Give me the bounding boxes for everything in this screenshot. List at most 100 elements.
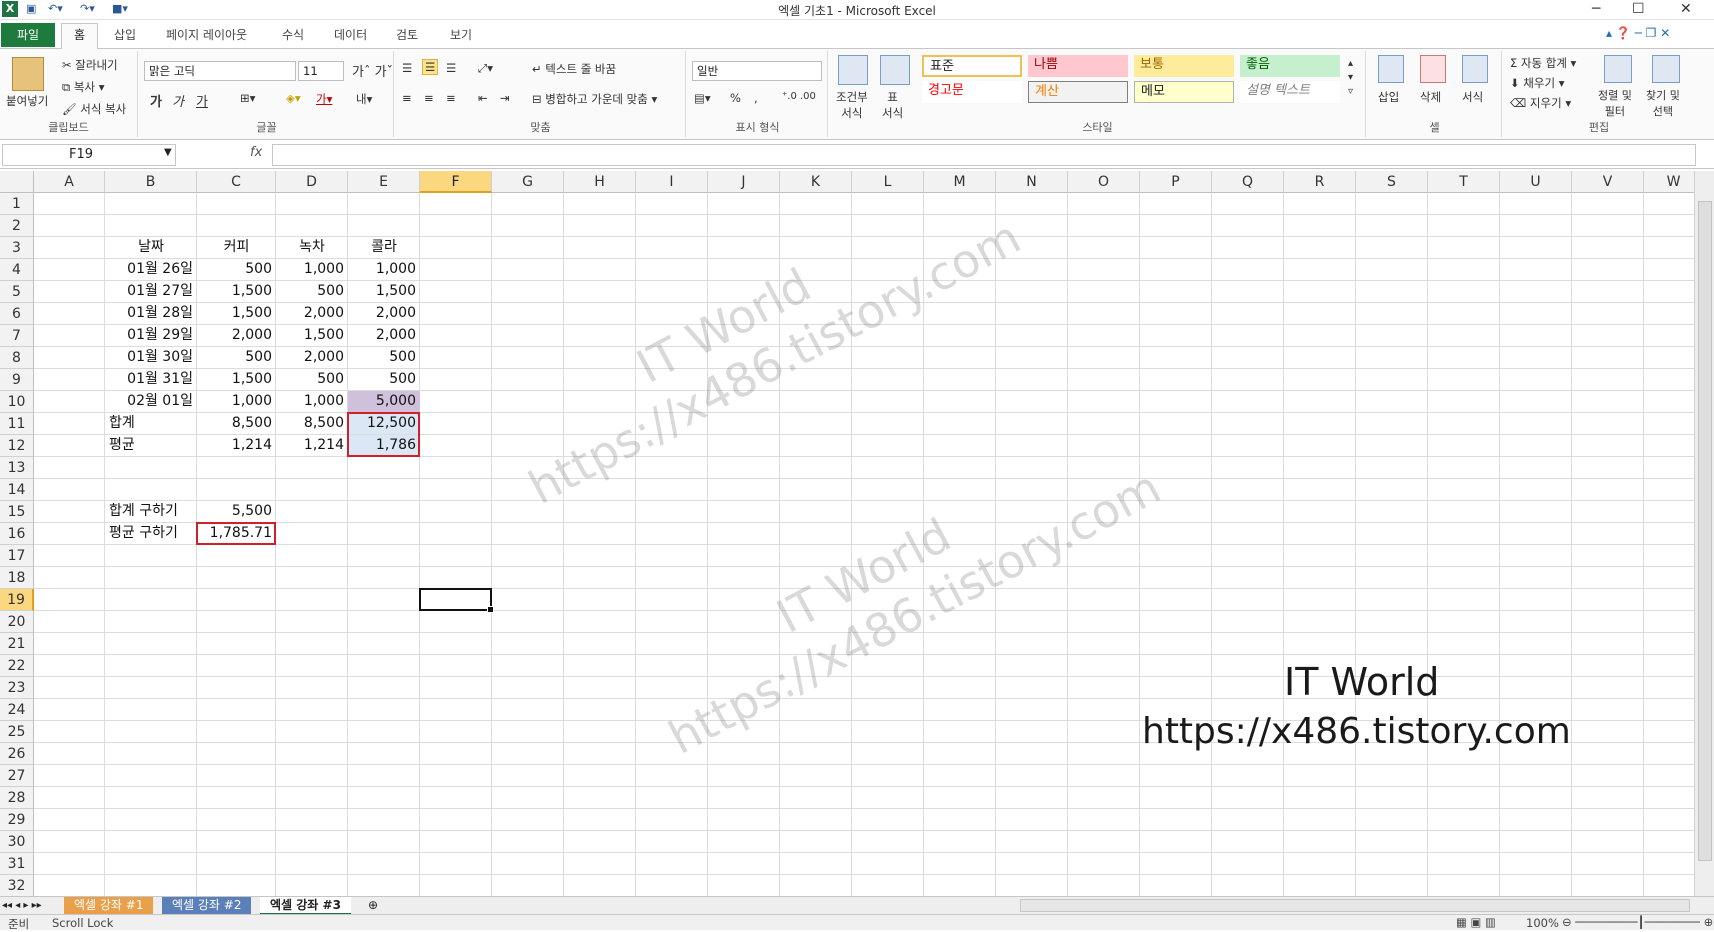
column-header-O[interactable]: O xyxy=(1068,171,1140,193)
fill-button[interactable]: ⬇ 채우기 ▾ xyxy=(1510,75,1564,91)
table-cell[interactable]: 01월 31일 xyxy=(105,369,197,390)
format-cells-button[interactable]: 서식 xyxy=(1462,89,1483,105)
sheet-tab-3[interactable]: 엑셀 강좌 #3 xyxy=(260,897,351,915)
align-middle-icon[interactable]: ☰ xyxy=(422,59,439,75)
table-cell[interactable]: 1,500 xyxy=(197,281,276,302)
tab-insert[interactable]: 삽입 xyxy=(114,26,136,43)
table-cell[interactable]: 1,000 xyxy=(276,259,348,280)
bold-button[interactable]: 가 xyxy=(150,91,162,110)
column-header-G[interactable]: G xyxy=(492,171,564,193)
tab-view[interactable]: 보기 xyxy=(450,26,472,43)
table-cell[interactable]: 01월 29일 xyxy=(105,325,197,346)
name-box[interactable]: F19 xyxy=(2,144,176,166)
number-format-select[interactable]: 일반 xyxy=(692,61,822,81)
table-cell[interactable]: 5,000 xyxy=(348,391,420,412)
column-header-B[interactable]: B xyxy=(105,171,197,193)
style-good[interactable]: 좋음 xyxy=(1240,55,1340,77)
paste-icon[interactable] xyxy=(12,57,44,91)
style-normal[interactable]: 표준 xyxy=(922,55,1022,77)
row-header-2[interactable]: 2 xyxy=(0,215,34,237)
sheet-tab-1[interactable]: 엑셀 강좌 #1 xyxy=(64,897,154,915)
copy-button[interactable]: ⧉ 복사 ▾ xyxy=(62,79,104,95)
align-top-icon[interactable]: ☰ xyxy=(402,61,412,75)
row-header-3[interactable]: 3 xyxy=(0,237,34,259)
format-painter-button[interactable]: 🖌 서식 복사 xyxy=(62,101,126,117)
table-cell[interactable]: 500 xyxy=(348,347,420,368)
table-cell[interactable]: 2,000 xyxy=(276,347,348,368)
row-header-11[interactable]: 11 xyxy=(0,413,34,435)
orientation-icon[interactable]: ⤢▾ xyxy=(478,61,493,76)
indent-decrease-icon[interactable]: ⇤ xyxy=(478,91,488,105)
comma-button[interactable]: , xyxy=(754,91,758,105)
row-header-17[interactable]: 17 xyxy=(0,545,34,567)
help-icon[interactable]: ▴ ❓ ─ ❐ ✕ xyxy=(1606,26,1670,40)
column-header-P[interactable]: P xyxy=(1140,171,1212,193)
table-cell[interactable]: 500 xyxy=(276,369,348,390)
table-cell[interactable]: 01월 26일 xyxy=(105,259,197,280)
maximize-button[interactable]: ☐ xyxy=(1632,1,1645,17)
wrap-text-button[interactable]: ↵ 텍스트 줄 바꿈 xyxy=(532,61,616,77)
horizontal-scrollbar[interactable] xyxy=(1020,899,1690,912)
font-size-select[interactable]: 11 xyxy=(298,61,344,81)
column-header-H[interactable]: H xyxy=(564,171,636,193)
sum-calc-value[interactable]: 5,500 xyxy=(197,501,276,522)
formula-input[interactable] xyxy=(272,144,1696,166)
column-header-R[interactable]: R xyxy=(1284,171,1356,193)
view-buttons-icon[interactable]: ▦ ▣ ▥ xyxy=(1456,915,1496,929)
table-cell[interactable]: 500 xyxy=(197,259,276,280)
grow-font-button[interactable]: 가ˆ 가ˇ xyxy=(352,61,393,80)
column-header-F[interactable]: F xyxy=(420,171,492,193)
table-cell[interactable]: 500 xyxy=(197,347,276,368)
style-memo[interactable]: 메모 xyxy=(1134,81,1234,103)
row-header-21[interactable]: 21 xyxy=(0,633,34,655)
row-header-32[interactable]: 32 xyxy=(0,875,34,897)
row-header-15[interactable]: 15 xyxy=(0,501,34,523)
row-header-20[interactable]: 20 xyxy=(0,611,34,633)
table-cell[interactable]: 1,500 xyxy=(197,303,276,324)
header-cola[interactable]: 콜라 xyxy=(348,237,420,258)
column-header-D[interactable]: D xyxy=(276,171,348,193)
table-cell[interactable]: 1,000 xyxy=(348,259,420,280)
table-cell[interactable]: 1,000 xyxy=(276,391,348,412)
row-header-1[interactable]: 1 xyxy=(0,193,34,215)
font-name-select[interactable]: 맑은 고딕 xyxy=(144,61,296,81)
table-cell[interactable]: 2,000 xyxy=(348,303,420,324)
column-header-J[interactable]: J xyxy=(708,171,780,193)
cut-button[interactable]: ✂ 잘라내기 xyxy=(62,57,118,73)
row-header-23[interactable]: 23 xyxy=(0,677,34,699)
table-cell[interactable]: 02월 01일 xyxy=(105,391,197,412)
avg-greentea[interactable]: 1,214 xyxy=(276,435,348,456)
indent-increase-icon[interactable]: ⇥ xyxy=(500,91,510,105)
fill-color-icon[interactable]: ◈▾ xyxy=(286,91,301,105)
table-cell[interactable]: 01월 28일 xyxy=(105,303,197,324)
sheet-tab-2[interactable]: 엑셀 강좌 #2 xyxy=(162,897,252,915)
tab-home[interactable]: 홈 xyxy=(61,23,98,49)
align-center-icon[interactable]: ≡ xyxy=(424,91,434,105)
column-header-M[interactable]: M xyxy=(924,171,996,193)
format-cells-icon[interactable] xyxy=(1462,55,1488,83)
row-header-22[interactable]: 22 xyxy=(0,655,34,677)
style-calc[interactable]: 계산 xyxy=(1028,81,1128,103)
row-header-14[interactable]: 14 xyxy=(0,479,34,501)
conditional-format-icon[interactable] xyxy=(838,55,868,85)
insert-cells-icon[interactable] xyxy=(1378,55,1404,83)
row-header-26[interactable]: 26 xyxy=(0,743,34,765)
column-header-K[interactable]: K xyxy=(780,171,852,193)
name-box-dropdown-icon[interactable]: ▼ xyxy=(164,147,172,158)
tab-page-layout[interactable]: 페이지 레이아웃 xyxy=(166,26,247,43)
column-header-S[interactable]: S xyxy=(1356,171,1428,193)
tab-file[interactable]: 파일 xyxy=(1,23,55,47)
column-header-I[interactable]: I xyxy=(636,171,708,193)
row-header-6[interactable]: 6 xyxy=(0,303,34,325)
minimize-button[interactable]: ─ xyxy=(1592,1,1600,17)
table-cell[interactable]: 2,000 xyxy=(348,325,420,346)
column-header-A[interactable]: A xyxy=(34,171,105,193)
border-icon[interactable]: ⊞▾ xyxy=(240,91,255,105)
style-warning[interactable]: 경고문 xyxy=(922,81,1022,103)
style-bad[interactable]: 나쁨 xyxy=(1028,55,1128,77)
sort-filter-icon[interactable] xyxy=(1604,55,1632,83)
row-header-19[interactable]: 19 xyxy=(0,589,34,611)
find-select-icon[interactable] xyxy=(1652,55,1680,83)
avg-label[interactable]: 평균 xyxy=(105,435,197,456)
row-header-13[interactable]: 13 xyxy=(0,457,34,479)
